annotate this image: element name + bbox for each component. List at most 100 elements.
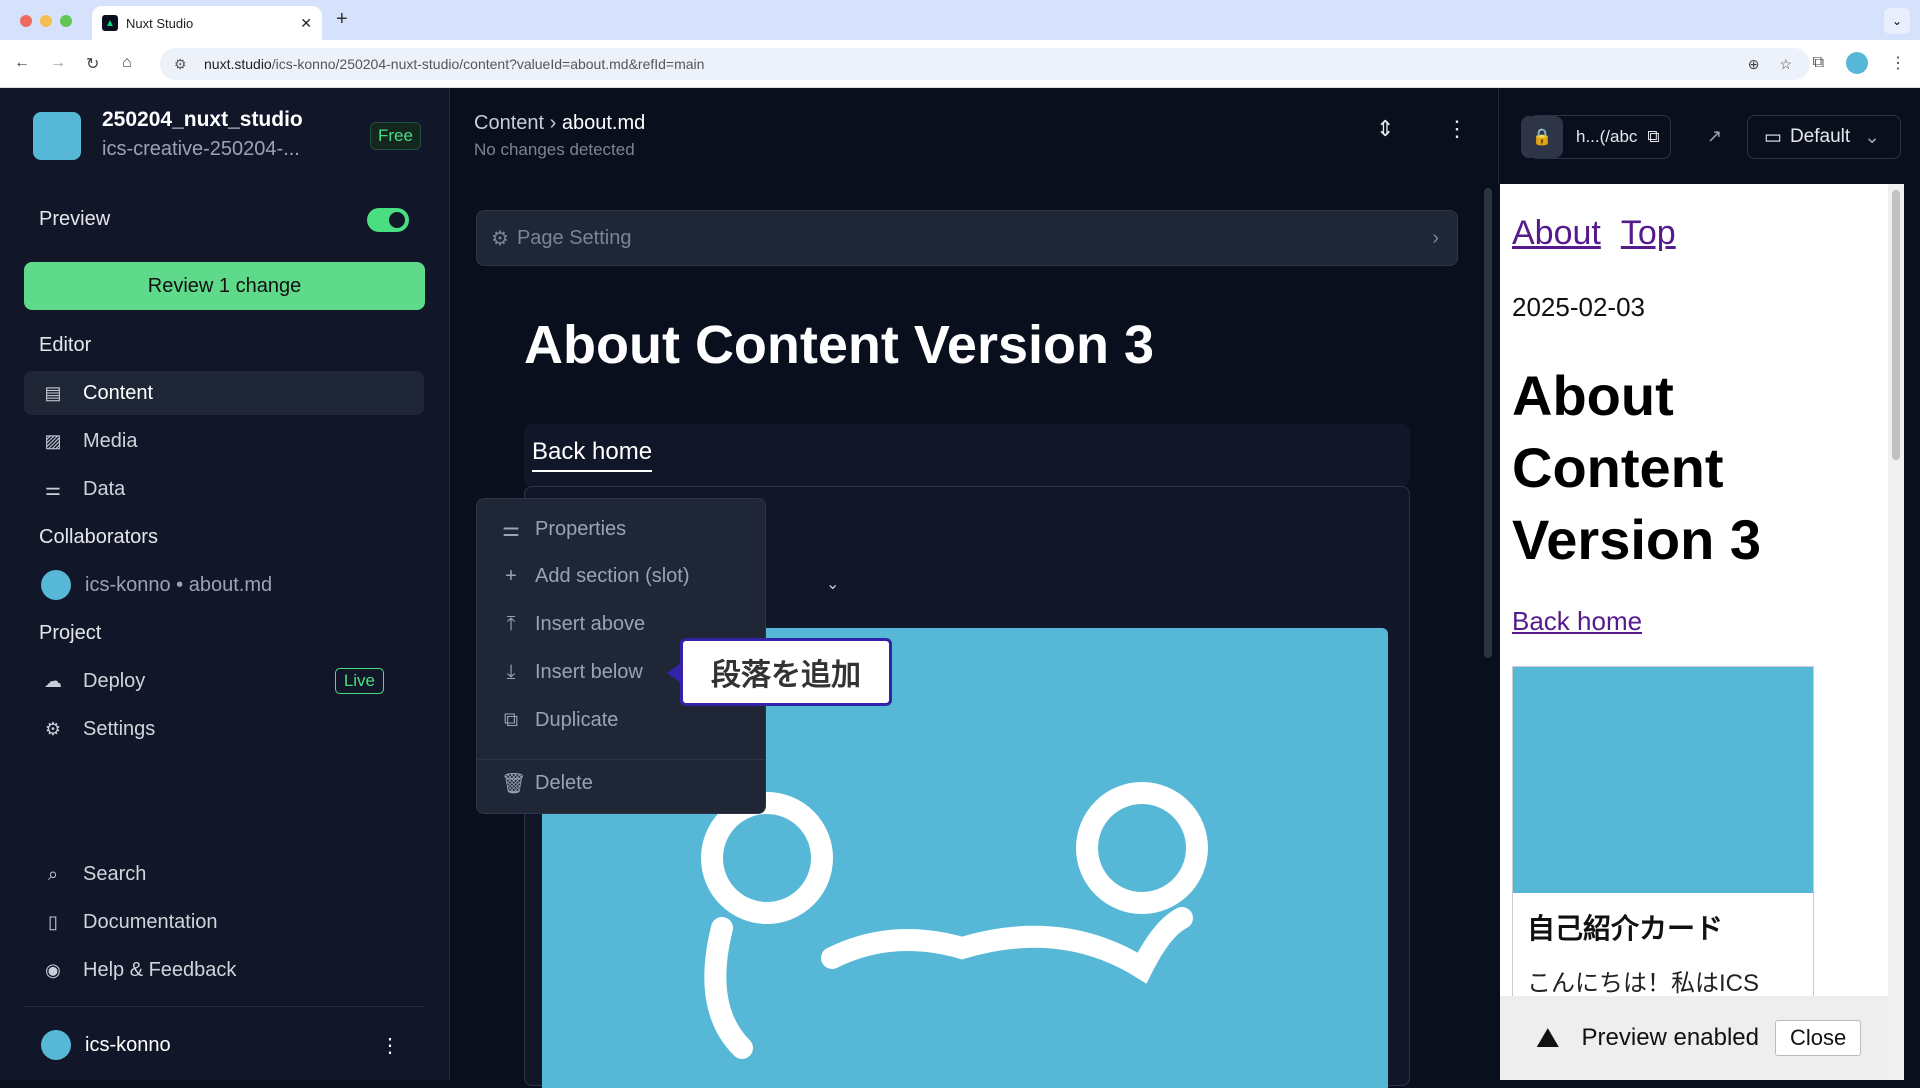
sidebar-item-help[interactable]: ◉ Help & Feedback (24, 948, 424, 992)
menu-item-delete[interactable]: 🗑 Delete (501, 771, 593, 796)
chevron-right-icon: › (1432, 226, 1439, 249)
maximize-window-button[interactable] (60, 15, 72, 27)
url-host: nuxt.studio (204, 56, 272, 72)
preview-back-home-link[interactable]: Back home (1512, 606, 1642, 637)
new-tab-button[interactable]: + (336, 8, 348, 31)
sidebar: 250204_nuxt_studio ics-creative-250204-.… (0, 88, 450, 1080)
book-icon: ▯ (48, 911, 58, 932)
window-controls (20, 15, 72, 27)
preview-title: About Content Version 3 (1512, 364, 1762, 571)
menu-item-insert-below[interactable]: ⤓ Insert below (501, 661, 643, 684)
lock-icon[interactable]: 🔒 (1521, 116, 1563, 158)
close-window-button[interactable] (20, 15, 32, 27)
sidebar-item-deploy[interactable]: ☁ Deploy Live (24, 659, 424, 703)
review-changes-button[interactable]: Review 1 change (24, 262, 425, 310)
sliders-icon: ⚌ (502, 519, 520, 541)
copy-icon: ⧉ (503, 709, 519, 731)
forward-icon[interactable]: → (50, 54, 66, 72)
back-icon[interactable]: ← (14, 54, 30, 72)
bookmark-star-icon[interactable]: ☆ (1779, 56, 1792, 73)
search-icon: ⌕ (47, 863, 59, 884)
document-title[interactable]: About Content Version 3 (524, 314, 1154, 376)
menu-item-duplicate[interactable]: ⧉ Duplicate (501, 709, 619, 732)
sidebar-item-data[interactable]: ⚌ Data (24, 467, 424, 511)
project-repo: ics-creative-250204-... (102, 138, 300, 160)
gear-icon: ⚙ (491, 227, 509, 250)
nav-label: Content (83, 381, 154, 404)
breadcrumb-root[interactable]: Content (474, 112, 544, 134)
extensions-icon[interactable]: ⧉ (1813, 54, 1824, 72)
menu-label: Properties (535, 518, 627, 540)
tab-search-button[interactable]: ⌄ (1884, 8, 1910, 34)
editor-heading: Editor (39, 334, 92, 356)
menu-label: Delete (535, 772, 593, 794)
user-menu[interactable]: ics-konno ⋮ (24, 1023, 424, 1067)
home-icon[interactable]: ⌂ (122, 54, 132, 72)
menu-item-insert-above[interactable]: ⤒ Insert above (501, 613, 646, 636)
sidebar-item-media[interactable]: ▨ Media (24, 419, 424, 463)
preview-banner: ⛰ Preview enabled Close (1500, 996, 1888, 1080)
preview-nav: About Top (1512, 214, 1696, 253)
back-home-link[interactable]: Back home (532, 438, 653, 472)
preview-header: h...(/abc ⧉ 🔒 ↗ ▭ Default ⌄ (1498, 88, 1920, 184)
reload-icon[interactable]: ↻ (86, 54, 99, 74)
address-bar[interactable]: ⚙ nuxt.studio/ics-konno/250204-nuxt-stud… (160, 48, 1810, 80)
change-status: No changes detected (474, 140, 635, 159)
tab-title: Nuxt Studio (126, 15, 194, 31)
profile-avatar[interactable] (1846, 52, 1868, 74)
browser-tab[interactable]: ▲ Nuxt Studio ✕ (92, 6, 322, 40)
zoom-icon[interactable]: ⊕ (1748, 56, 1760, 73)
preview-label: Preview (39, 208, 111, 230)
live-badge: Live (334, 668, 384, 694)
nav-label: Settings (83, 717, 156, 740)
collaborator-item[interactable]: ics-konno • about.md (24, 563, 424, 607)
menu-item-properties[interactable]: ⚌ Properties (501, 517, 626, 542)
chevron-down-icon[interactable]: ⌄ (826, 574, 839, 594)
nuxt-favicon-icon: ▲ (102, 15, 118, 31)
card-image (1513, 667, 1813, 893)
site-info-icon[interactable]: ⚙ (174, 56, 192, 73)
preview-scrollbar[interactable] (1888, 184, 1904, 1080)
browser-toolbar: ← → ↻ ⌂ ⚙ nuxt.studio/ics-konno/250204-n… (0, 40, 1920, 88)
editor-scrollbar[interactable] (1484, 188, 1492, 658)
collaborators-heading: Collaborators (39, 526, 158, 548)
menu-item-add-section[interactable]: + Add section (slot) (501, 565, 689, 588)
preview-date: 2025-02-03 (1512, 292, 1645, 322)
sidebar-item-content[interactable]: ▤ Content (24, 371, 424, 415)
card-title: 自己紹介カード (1527, 913, 1724, 944)
menu-label: Duplicate (535, 709, 619, 731)
user-avatar (41, 1030, 71, 1060)
project-name[interactable]: 250204_nuxt_studio (102, 108, 303, 132)
preview-link-top[interactable]: Top (1621, 214, 1676, 252)
preview-link-about[interactable]: About (1512, 214, 1601, 252)
page-setting-bar[interactable]: ⚙ Page Setting › (476, 210, 1458, 266)
nav-label: Documentation (83, 910, 218, 933)
project-logo (33, 112, 81, 160)
sidebar-item-search[interactable]: ⌕ Search (24, 852, 424, 896)
plus-icon: + (505, 565, 517, 587)
trash-icon: 🗑 (501, 773, 527, 795)
url-path: /ics-konno/250204-nuxt-studio/content?va… (271, 56, 705, 72)
chevron-right-icon: › (549, 112, 557, 134)
close-tab-icon[interactable]: ✕ (300, 15, 312, 32)
copy-icon[interactable]: ⧉ (1647, 127, 1659, 147)
external-link-icon[interactable]: ↗ (1707, 126, 1722, 147)
nav-label: Search (83, 862, 147, 885)
breadcrumb: Content › about.md (474, 112, 645, 135)
nav-label: Help & Feedback (83, 958, 237, 981)
collapse-icon[interactable]: ⇕ (1376, 116, 1394, 142)
browser-menu-icon[interactable]: ⋮ (1890, 53, 1906, 73)
sidebar-item-settings[interactable]: ⚙ Settings (24, 707, 424, 751)
breadcrumb-file: about.md (561, 112, 646, 134)
menu-label: Insert above (535, 613, 646, 635)
device-select[interactable]: ▭ Default ⌄ (1747, 115, 1901, 159)
preview-toggle[interactable] (367, 208, 409, 232)
chevron-down-icon: ⌄ (1864, 126, 1881, 148)
minimize-window-button[interactable] (40, 15, 52, 27)
devices-icon: ▭ (1764, 126, 1782, 148)
more-vertical-icon[interactable]: ⋮ (1446, 116, 1468, 142)
banner-close-button[interactable]: Close (1774, 1020, 1862, 1056)
more-vertical-icon[interactable]: ⋮ (380, 1033, 400, 1058)
sidebar-item-documentation[interactable]: ▯ Documentation (24, 900, 424, 944)
collaborator-label: ics-konno • about.md (85, 573, 273, 596)
